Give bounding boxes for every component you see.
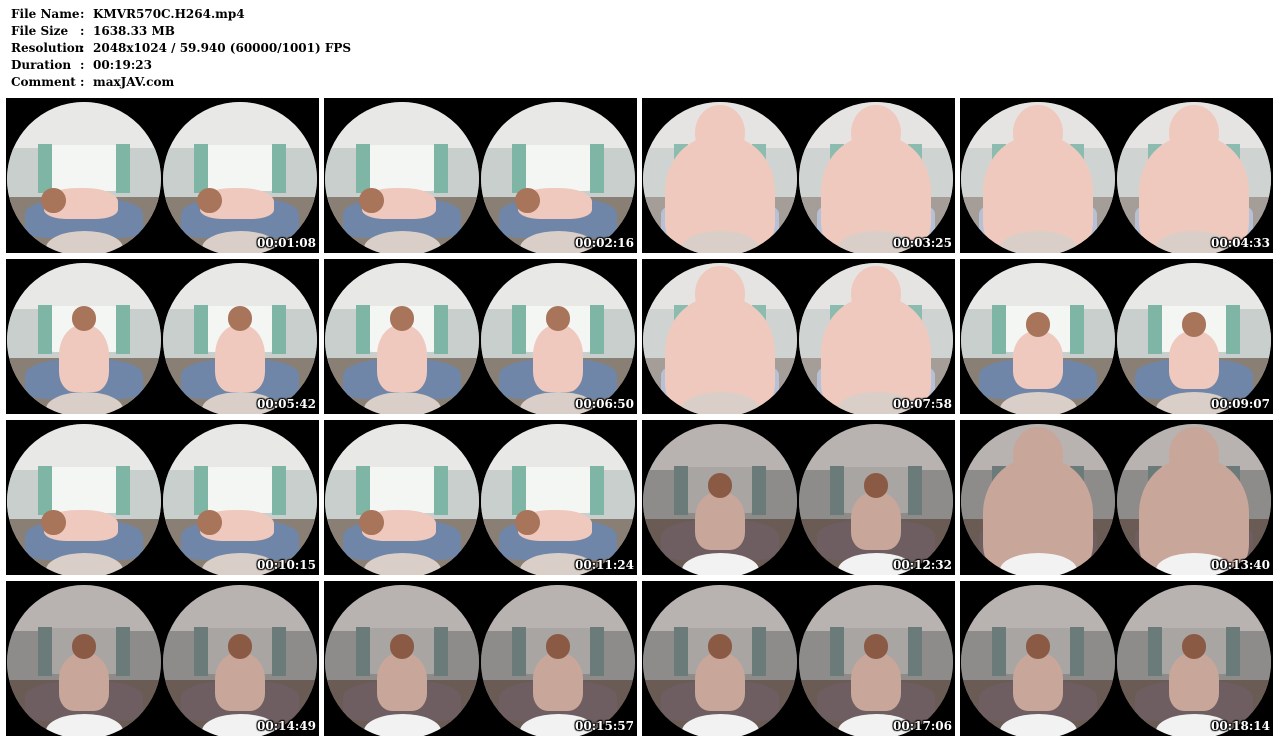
thumbnail-timestamp: 00:03:25 <box>893 236 952 250</box>
info-value: KMVR570C.H264.mp4 <box>93 7 245 21</box>
left-eye-view <box>961 102 1115 253</box>
video-thumbnail: 00:09:07 <box>960 259 1273 414</box>
right-eye-view <box>481 102 635 253</box>
info-value: 1638.33 MB <box>93 24 175 38</box>
video-thumbnail: 00:10:15 <box>6 420 319 575</box>
right-eye-view <box>481 585 635 736</box>
left-eye-view <box>643 424 797 575</box>
info-separator: : <box>80 75 85 89</box>
video-thumbnail: 00:17:06 <box>642 581 955 736</box>
left-eye-view <box>643 585 797 736</box>
info-value: 2048x1024 / 59.940 (60000/1001) FPS <box>93 41 352 55</box>
video-thumbnail: 00:11:24 <box>324 420 637 575</box>
right-eye-view <box>163 424 317 575</box>
left-eye-view <box>643 263 797 414</box>
info-label: Duration <box>11 58 72 72</box>
thumbnail-timestamp: 00:09:07 <box>1211 397 1270 411</box>
thumbnail-timestamp: 00:10:15 <box>257 558 316 572</box>
left-eye-view <box>961 263 1115 414</box>
right-eye-view <box>481 424 635 575</box>
video-thumbnail: 00:07:58 <box>642 259 955 414</box>
right-eye-view <box>1117 585 1271 736</box>
right-eye-view <box>799 263 953 414</box>
info-separator: : <box>80 7 85 21</box>
video-thumbnail: 00:03:25 <box>642 98 955 253</box>
thumbnail-timestamp: 00:02:16 <box>575 236 634 250</box>
left-eye-view <box>961 585 1115 736</box>
left-eye-view <box>961 424 1115 575</box>
thumbnail-timestamp: 00:06:50 <box>575 397 634 411</box>
right-eye-view <box>163 263 317 414</box>
thumbnail-timestamp: 00:01:08 <box>257 236 316 250</box>
right-eye-view <box>799 102 953 253</box>
info-separator: : <box>80 24 85 38</box>
video-thumbnail: 00:04:33 <box>960 98 1273 253</box>
left-eye-view <box>7 263 161 414</box>
left-eye-view <box>643 102 797 253</box>
video-thumbnail: 00:06:50 <box>324 259 637 414</box>
left-eye-view <box>7 102 161 253</box>
left-eye-view <box>7 585 161 736</box>
left-eye-view <box>325 424 479 575</box>
thumbnail-timestamp: 00:14:49 <box>257 719 316 733</box>
info-row: Resolution:2048x1024 / 59.940 (60000/100… <box>11 40 351 57</box>
right-eye-view <box>163 102 317 253</box>
thumbnail-grid: 00:01:08 00:02:16 00:03:25 00:04:33 00:05:42… <box>6 98 1274 738</box>
info-separator: : <box>80 41 85 55</box>
thumbnail-timestamp: 00:13:40 <box>1211 558 1270 572</box>
info-label: File Size <box>11 24 69 38</box>
thumbnail-timestamp: 00:11:24 <box>575 558 634 572</box>
info-row: Comment: maxJAV.com <box>11 74 351 91</box>
video-thumbnail: 00:05:42 <box>6 259 319 414</box>
left-eye-view <box>325 263 479 414</box>
info-separator: : <box>80 58 85 72</box>
thumbnail-timestamp: 00:15:57 <box>575 719 634 733</box>
thumbnail-timestamp: 00:12:32 <box>893 558 952 572</box>
thumbnail-timestamp: 00:17:06 <box>893 719 952 733</box>
info-row: Duration:00:19:23 <box>11 57 351 74</box>
right-eye-view <box>1117 102 1271 253</box>
right-eye-view <box>481 263 635 414</box>
left-eye-view <box>7 424 161 575</box>
right-eye-view <box>1117 424 1271 575</box>
video-thumbnail: 00:12:32 <box>642 420 955 575</box>
left-eye-view <box>325 585 479 736</box>
info-label: Resolution <box>11 41 84 55</box>
right-eye-view <box>799 585 953 736</box>
info-row: File Name: KMVR570C.H264.mp4 <box>11 6 351 23</box>
thumbnail-timestamp: 00:18:14 <box>1211 719 1270 733</box>
video-thumbnail: 00:02:16 <box>324 98 637 253</box>
right-eye-view <box>799 424 953 575</box>
right-eye-view <box>1117 263 1271 414</box>
video-thumbnail: 00:13:40 <box>960 420 1273 575</box>
info-row: File Size:1638.33 MB <box>11 23 351 40</box>
info-value: 00:19:23 <box>93 58 152 72</box>
thumbnail-timestamp: 00:07:58 <box>893 397 952 411</box>
file-info-block: File Name: KMVR570C.H264.mp4 File Size:163… <box>11 6 351 91</box>
right-eye-view <box>163 585 317 736</box>
thumbnail-timestamp: 00:05:42 <box>257 397 316 411</box>
info-value: maxJAV.com <box>93 75 175 89</box>
video-thumbnail: 00:18:14 <box>960 581 1273 736</box>
video-thumbnail: 00:15:57 <box>324 581 637 736</box>
thumbnail-timestamp: 00:04:33 <box>1211 236 1270 250</box>
video-thumbnail: 00:14:49 <box>6 581 319 736</box>
video-thumbnail: 00:01:08 <box>6 98 319 253</box>
info-label: File Name <box>11 7 80 21</box>
info-label: Comment <box>11 75 76 89</box>
left-eye-view <box>325 102 479 253</box>
